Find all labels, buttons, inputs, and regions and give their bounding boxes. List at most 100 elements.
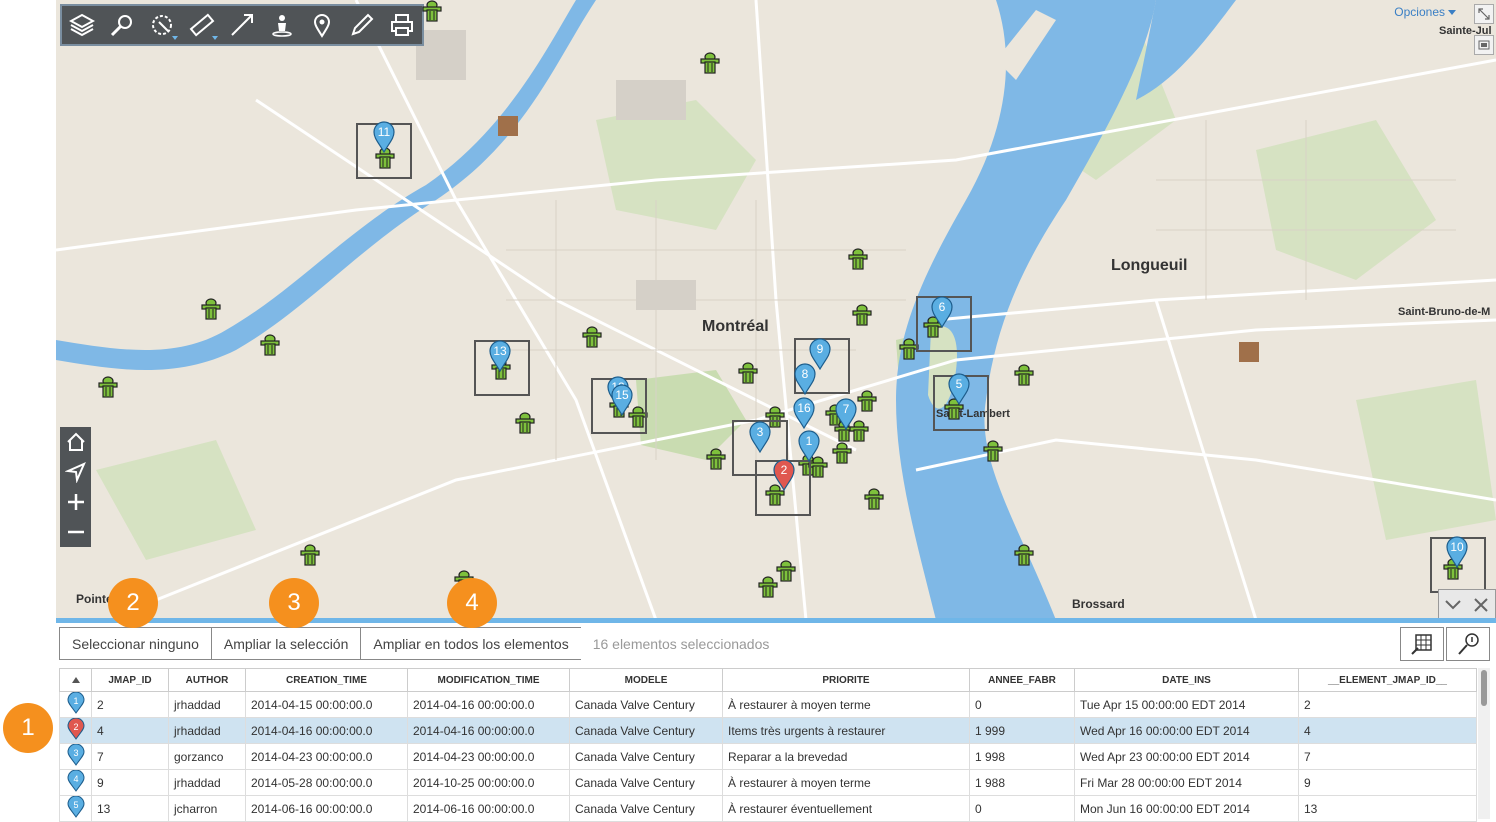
home-button[interactable] bbox=[60, 427, 91, 457]
zoom-selection-button[interactable]: Ampliar la selección bbox=[210, 627, 361, 660]
marker-number: 5 bbox=[73, 800, 78, 810]
column-header[interactable]: __ELEMENT_JMAP_ID__ bbox=[1298, 668, 1477, 692]
table-scrollbar[interactable] bbox=[1478, 668, 1490, 819]
zoom-out-button[interactable] bbox=[60, 517, 91, 547]
map-marker[interactable]: 7 bbox=[834, 398, 858, 430]
select-button[interactable] bbox=[142, 6, 182, 44]
column-header[interactable]: ANNEE_FABR bbox=[969, 668, 1075, 692]
table-row[interactable]: 4 9 jrhaddad 2014-05-28 00:00:00.0 2014-10-2… bbox=[59, 769, 1477, 796]
measure-button[interactable] bbox=[182, 6, 222, 44]
marker-icon: 3 bbox=[66, 744, 85, 766]
search-button[interactable] bbox=[102, 6, 142, 44]
map-marker[interactable]: 2 bbox=[772, 459, 796, 491]
map-marker[interactable]: 6 bbox=[930, 296, 954, 328]
hydrant-icon[interactable] bbox=[852, 304, 872, 326]
column-header[interactable]: AUTHOR bbox=[168, 668, 246, 692]
map-marker[interactable]: 5 bbox=[947, 373, 971, 405]
scrollbar-thumb[interactable] bbox=[1481, 670, 1487, 706]
hydrant-icon[interactable] bbox=[983, 440, 1003, 462]
map-marker[interactable]: 11 bbox=[372, 121, 396, 153]
column-header[interactable]: DATE_INS bbox=[1074, 668, 1299, 692]
table-cell: Mon Jun 16 00:00:00 EDT 2014 bbox=[1074, 795, 1299, 822]
map-marker[interactable]: 10 bbox=[1445, 536, 1469, 568]
search-icon bbox=[110, 15, 132, 37]
hydrant-icon[interactable] bbox=[758, 576, 778, 598]
edit-button[interactable] bbox=[342, 6, 382, 44]
map-marker[interactable]: 16 bbox=[792, 397, 816, 429]
hydrant-icon[interactable] bbox=[832, 442, 852, 464]
map-marker[interactable]: 3 bbox=[748, 421, 772, 453]
hydrant-icon[interactable] bbox=[260, 334, 280, 356]
hydrant-icon[interactable] bbox=[422, 0, 442, 22]
fullscreen-button[interactable] bbox=[1474, 4, 1494, 24]
table-cell: 1 988 bbox=[969, 769, 1075, 796]
hydrant-icon[interactable] bbox=[864, 488, 884, 510]
panel-divider[interactable] bbox=[56, 618, 1496, 623]
table-tools bbox=[1398, 627, 1490, 661]
hydrant-icon[interactable] bbox=[857, 390, 877, 412]
column-header[interactable]: MODELE bbox=[569, 668, 723, 692]
hydrant-icon[interactable] bbox=[1014, 364, 1034, 386]
select-icon bbox=[152, 15, 172, 35]
locate-button[interactable] bbox=[60, 457, 91, 487]
table-cell: 4 bbox=[1298, 717, 1477, 744]
hydrant-icon[interactable] bbox=[848, 248, 868, 270]
hydrant-icon[interactable] bbox=[515, 412, 535, 434]
column-header[interactable]: JMAP_ID bbox=[91, 668, 169, 692]
sort-column-header[interactable] bbox=[59, 668, 92, 692]
locate-icon bbox=[64, 462, 86, 483]
print-button[interactable] bbox=[382, 6, 422, 44]
marker-number: 16 bbox=[797, 401, 811, 415]
overview-button[interactable] bbox=[1474, 35, 1494, 55]
map-base bbox=[56, 0, 1496, 620]
table-row[interactable]: 2 4 jrhaddad 2014-04-16 00:00:00.0 2014-04-1… bbox=[59, 717, 1477, 744]
table-header: JMAP_ID AUTHOR CREATION_TIME MODIFICATIO… bbox=[59, 668, 1477, 692]
marker-number: 3 bbox=[73, 748, 78, 758]
table-cell: 0 bbox=[969, 795, 1075, 822]
marker-number: 11 bbox=[377, 125, 391, 139]
map-marker[interactable]: 15 bbox=[610, 384, 634, 416]
close-panel-button[interactable] bbox=[1467, 590, 1495, 620]
table-cell: jrhaddad bbox=[168, 717, 246, 744]
table-row[interactable]: 1 2 jrhaddad 2014-04-15 00:00:00.0 2014-04-1… bbox=[59, 691, 1477, 718]
hydrant-icon[interactable] bbox=[300, 544, 320, 566]
info-tool-button[interactable] bbox=[1446, 627, 1490, 661]
table-cell: Canada Valve Century bbox=[569, 795, 723, 822]
route-button[interactable] bbox=[222, 6, 262, 44]
location-button[interactable] bbox=[302, 6, 342, 44]
hydrant-icon[interactable] bbox=[1014, 544, 1034, 566]
tutorial-badge-4: 4 bbox=[447, 578, 497, 628]
collapse-panel-button[interactable] bbox=[1439, 590, 1467, 620]
place-label-longueuil: Longueuil bbox=[1111, 257, 1188, 274]
column-header[interactable]: CREATION_TIME bbox=[245, 668, 408, 692]
table-row[interactable]: 3 7 gorzanco 2014-04-23 00:00:00.0 2014-04-2… bbox=[59, 743, 1477, 770]
streetview-button[interactable] bbox=[262, 6, 302, 44]
marker-number: 6 bbox=[938, 300, 946, 314]
map-marker[interactable]: 1 bbox=[797, 430, 821, 462]
place-label-sainte-jul: Sainte-Jul bbox=[1439, 25, 1492, 37]
hydrant-icon[interactable] bbox=[582, 326, 602, 348]
zoom-all-button[interactable]: Ampliar en todos los elementos bbox=[360, 627, 581, 660]
print-icon bbox=[391, 14, 413, 36]
hydrant-icon[interactable] bbox=[201, 298, 221, 320]
table-cell: Canada Valve Century bbox=[569, 743, 723, 770]
hydrant-icon[interactable] bbox=[706, 448, 726, 470]
route-icon bbox=[231, 14, 253, 36]
map-view[interactable]: Opciones Sainte-Jul Longueuil Saint-Brun… bbox=[56, 0, 1496, 620]
zoom-in-button[interactable] bbox=[60, 487, 91, 517]
select-none-button[interactable]: Seleccionar ninguno bbox=[59, 627, 211, 660]
table-row[interactable]: 5 13 jcharron 2014-06-16 00:00:00.0 2014-06-… bbox=[59, 795, 1477, 822]
column-header[interactable]: PRIORITE bbox=[722, 668, 970, 692]
table-cell: 7 bbox=[91, 743, 169, 770]
options-menu[interactable]: Opciones bbox=[1394, 5, 1456, 19]
hydrant-icon[interactable] bbox=[738, 362, 758, 384]
layers-button[interactable] bbox=[62, 6, 102, 44]
column-header[interactable]: MODIFICATION_TIME bbox=[407, 668, 570, 692]
map-marker[interactable]: 8 bbox=[793, 363, 817, 395]
hydrant-icon[interactable] bbox=[98, 376, 118, 398]
export-table-button[interactable] bbox=[1400, 627, 1444, 661]
hydrant-icon[interactable] bbox=[700, 52, 720, 74]
hydrant-icon[interactable] bbox=[776, 560, 796, 582]
marker-icon: 1 bbox=[66, 692, 85, 714]
map-marker[interactable]: 13 bbox=[488, 340, 512, 372]
